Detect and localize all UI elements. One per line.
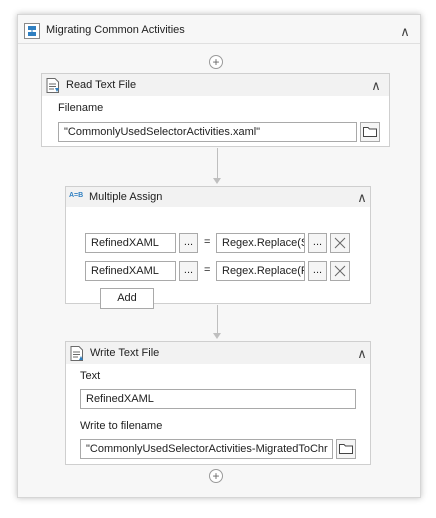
multiple-assign-activity[interactable]: A=B Multiple Assign ∧ RefinedXAML ... = … (65, 186, 371, 309)
assign-to-expression-button[interactable]: ... (179, 233, 198, 253)
write-text-file-title: Write Text File (90, 347, 160, 359)
write-text-file-activity[interactable]: Write Text File ∧ Text RefinedXAML Write… (65, 341, 371, 465)
multiple-assign-title: Multiple Assign (89, 191, 163, 203)
write-file-icon (70, 346, 84, 361)
add-activity-button-bottom[interactable]: + (209, 469, 223, 483)
write-to-filename-label: Write to filename (80, 420, 163, 432)
write-text-file-collapse-button[interactable]: ∧ (355, 347, 369, 360)
sequence-collapse-button[interactable]: ∧ (398, 25, 412, 38)
read-text-file-collapse-button[interactable]: ∧ (369, 79, 383, 92)
sequence-title: Migrating Common Activities (46, 24, 185, 36)
folder-icon (363, 126, 377, 137)
browse-folder-button[interactable] (336, 439, 356, 459)
read-file-icon (46, 78, 60, 93)
assign-value-expression-button[interactable]: ... (308, 233, 327, 253)
assign-value-expression-button[interactable]: ... (308, 261, 327, 281)
filename-label: Filename (58, 102, 104, 114)
assign-to-input[interactable]: RefinedXAML (85, 261, 176, 281)
assign-value-input[interactable]: Regex.Replace(Re (216, 261, 305, 281)
add-row-button[interactable]: Add (100, 288, 154, 309)
assign-icon: A=B (69, 192, 84, 199)
connector-arrow (213, 178, 221, 184)
filename-input[interactable]: "CommonlyUsedSelectorActivities.xaml" (58, 122, 357, 142)
close-icon (334, 265, 346, 277)
read-text-file-title: Read Text File (66, 79, 137, 91)
text-label: Text (80, 370, 101, 382)
remove-row-button[interactable] (330, 233, 350, 253)
assign-equals: = (204, 236, 211, 248)
sequence-container[interactable]: Migrating Common Activities ∧ + Read Tex… (17, 14, 421, 498)
assign-to-input[interactable]: RefinedXAML (85, 233, 176, 253)
assign-to-expression-button[interactable]: ... (179, 261, 198, 281)
write-to-filename-input[interactable]: "CommonlyUsedSelectorActivities-Migrated… (80, 439, 333, 459)
folder-icon (339, 443, 353, 454)
read-text-file-activity[interactable]: Read Text File ∧ Filename "CommonlyUsedS… (41, 73, 390, 147)
text-input[interactable]: RefinedXAML (80, 389, 356, 409)
close-icon (334, 237, 346, 249)
sequence-header-divider (18, 43, 420, 44)
multiple-assign-collapse-button[interactable]: ∧ (355, 191, 369, 204)
assign-value-input[interactable]: Regex.Replace(St (216, 233, 305, 253)
sequence-icon (24, 23, 40, 39)
remove-row-button[interactable] (330, 261, 350, 281)
browse-folder-button[interactable] (360, 122, 380, 142)
connector-arrow (213, 333, 221, 339)
add-activity-button-top[interactable]: + (209, 55, 223, 69)
assign-equals: = (204, 264, 211, 276)
connector-line (217, 148, 218, 180)
connector-line (217, 305, 218, 335)
